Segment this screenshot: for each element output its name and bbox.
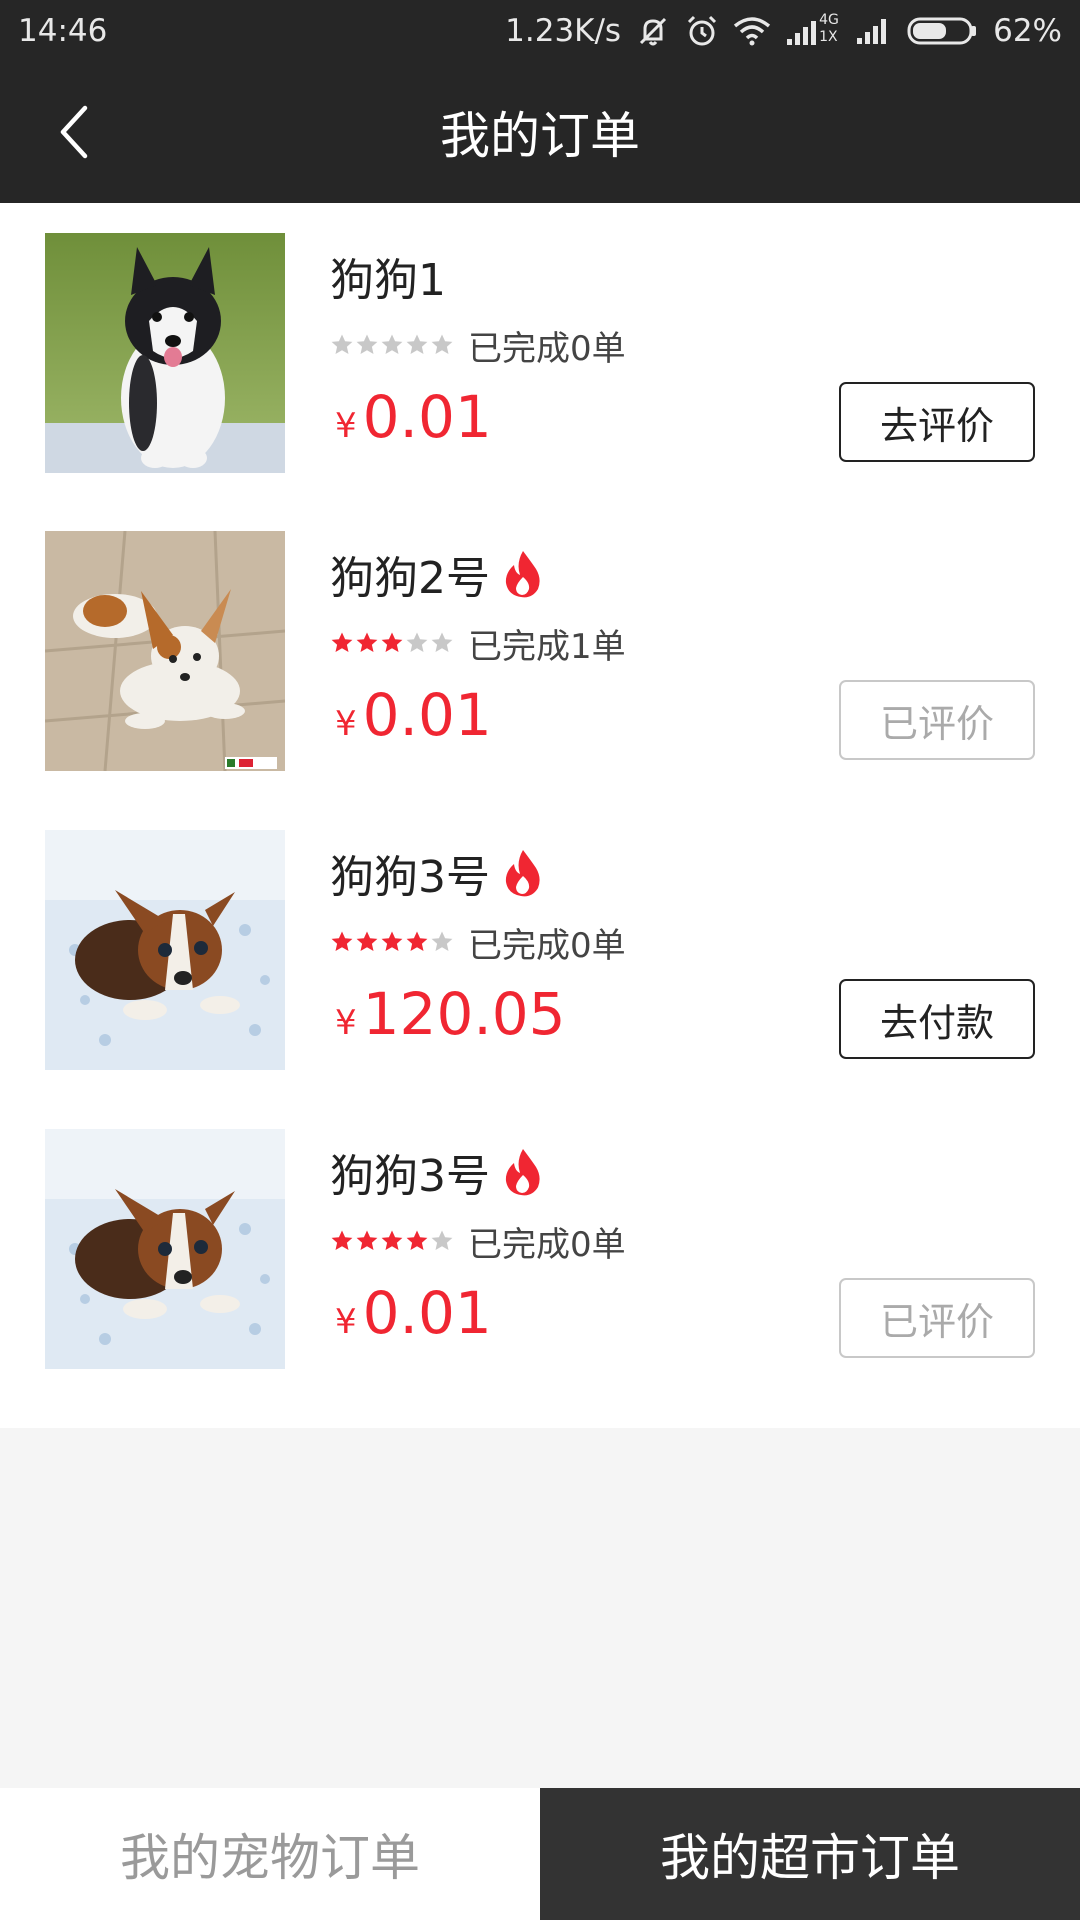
rating-row: 已完成0单	[330, 321, 626, 369]
price: ¥ 0.01	[335, 383, 492, 473]
app-header: 我的订单	[0, 61, 1080, 203]
signal-icon	[855, 16, 893, 46]
review-button[interactable]: 去评价	[839, 382, 1035, 462]
hot-fire-icon	[502, 1147, 544, 1197]
item-name: 狗狗2号	[330, 553, 490, 604]
star-filled-icon	[381, 931, 403, 951]
star-rating	[330, 930, 454, 954]
completed-count: 已完成0单	[468, 1224, 626, 1265]
star-empty-icon	[406, 632, 428, 652]
order-item[interactable]: 狗狗3号 已完成0单 ¥ 120.05 去付款	[0, 800, 1080, 1099]
star-empty-icon	[331, 334, 353, 354]
pet-thumbnail[interactable]	[45, 830, 285, 1070]
star-empty-icon	[406, 334, 428, 354]
star-empty-icon	[431, 931, 453, 951]
price-amount: 0.01	[362, 1279, 492, 1347]
order-item[interactable]: 狗狗3号 已完成0单 ¥ 0.01 已评价	[0, 1099, 1080, 1398]
completed-count: 已完成1单	[468, 626, 626, 667]
star-filled-icon	[356, 931, 378, 951]
pet-thumbnail[interactable]	[45, 1129, 285, 1369]
star-empty-icon	[431, 632, 453, 652]
pet-thumbnail[interactable]	[45, 531, 285, 771]
order-item[interactable]: 狗狗1 已完成0单 ¥ 0.01 去评价	[0, 203, 1080, 501]
star-filled-icon	[331, 931, 353, 951]
battery-percent: 62%	[993, 12, 1062, 49]
rating-row: 已完成1单	[330, 619, 626, 667]
rating-row: 已完成0单	[330, 918, 626, 966]
signal-4g-icon: 4G 1X	[785, 11, 841, 47]
status-time: 14:46	[18, 12, 108, 49]
star-filled-icon	[331, 632, 353, 652]
star-empty-icon	[431, 1230, 453, 1250]
pay-button[interactable]: 去付款	[839, 979, 1035, 1059]
network-type-label: 4G	[819, 11, 839, 28]
reviewed-button: 已评价	[839, 680, 1035, 760]
network-type-label-secondary: 1X	[819, 28, 838, 45]
star-rating	[330, 333, 454, 357]
star-filled-icon	[406, 931, 428, 951]
reviewed-button: 已评价	[839, 1278, 1035, 1358]
item-name-row: 狗狗3号	[330, 840, 544, 906]
net-speed: 1.23K/s	[505, 12, 622, 49]
completed-count: 已完成0单	[468, 328, 626, 369]
star-empty-icon	[356, 334, 378, 354]
page-title: 我的订单	[440, 107, 640, 165]
status-bar: 14:46 1.23K/s 4G 1X 62%	[0, 0, 1080, 61]
price: ¥ 120.05	[335, 980, 566, 1070]
price-amount: 120.05	[362, 980, 566, 1048]
completed-count: 已完成0单	[468, 925, 626, 966]
star-filled-icon	[331, 1230, 353, 1250]
star-filled-icon	[356, 632, 378, 652]
mute-bell-icon	[635, 13, 671, 49]
currency-symbol: ¥	[335, 1003, 357, 1043]
status-icons: 1.23K/s 4G 1X 62%	[505, 11, 1062, 49]
item-name: 狗狗1	[330, 255, 446, 306]
item-name-row: 狗狗1	[330, 243, 446, 309]
star-rating	[330, 1229, 454, 1253]
star-filled-icon	[381, 632, 403, 652]
chevron-left-icon	[60, 105, 88, 159]
price: ¥ 0.01	[335, 681, 492, 771]
battery-icon	[907, 15, 979, 47]
star-filled-icon	[356, 1230, 378, 1250]
star-rating	[330, 631, 454, 655]
star-filled-icon	[406, 1230, 428, 1250]
item-name: 狗狗3号	[330, 852, 490, 903]
price-amount: 0.01	[362, 681, 492, 749]
star-filled-icon	[381, 1230, 403, 1250]
price: ¥ 0.01	[335, 1279, 492, 1369]
item-name-row: 狗狗2号	[330, 541, 544, 607]
alarm-icon	[685, 14, 719, 48]
bottom-tab-bar: 我的宠物订单 我的超市订单	[0, 1788, 1080, 1920]
item-name: 狗狗3号	[330, 1151, 490, 1202]
currency-symbol: ¥	[335, 704, 357, 744]
currency-symbol: ¥	[335, 406, 357, 446]
item-name-row: 狗狗3号	[330, 1139, 544, 1205]
tab-market-orders[interactable]: 我的超市订单	[540, 1788, 1080, 1920]
wifi-icon	[733, 16, 771, 46]
rating-row: 已完成0单	[330, 1217, 626, 1265]
back-button[interactable]	[30, 87, 120, 177]
star-empty-icon	[381, 334, 403, 354]
tab-pet-orders[interactable]: 我的宠物订单	[0, 1788, 540, 1920]
pet-thumbnail[interactable]	[45, 233, 285, 473]
order-item[interactable]: 狗狗2号 已完成1单 ¥ 0.01 已评价	[0, 501, 1080, 800]
price-amount: 0.01	[362, 383, 492, 451]
hot-fire-icon	[502, 549, 544, 599]
hot-fire-icon	[502, 848, 544, 898]
currency-symbol: ¥	[335, 1302, 357, 1342]
order-list: 狗狗1 已完成0单 ¥ 0.01 去评价 狗狗2号 已完成1单 ¥ 0.01 已…	[0, 203, 1080, 1428]
star-empty-icon	[431, 334, 453, 354]
